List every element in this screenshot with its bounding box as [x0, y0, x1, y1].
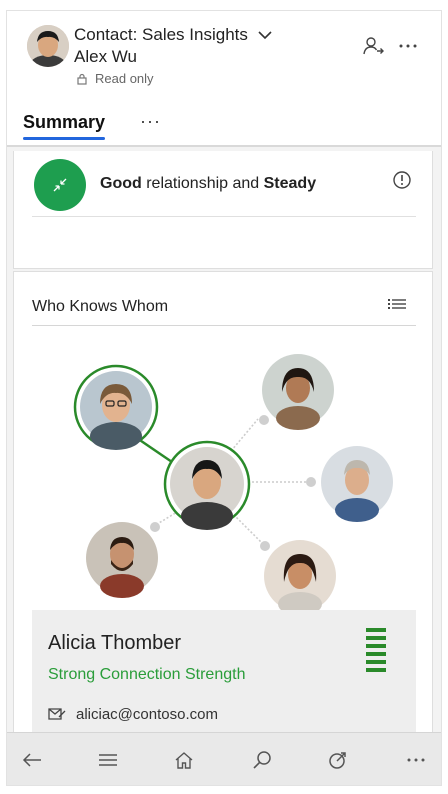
home-icon[interactable]: [171, 747, 197, 773]
avatar[interactable]: [27, 25, 69, 67]
tab-bar: Summary ···: [7, 109, 441, 147]
readonly-label: Read only: [95, 71, 154, 86]
chevron-down-icon[interactable]: [258, 28, 272, 42]
highlighted-contact[interactable]: [73, 364, 159, 450]
relationship-connector: relationship and: [141, 175, 264, 192]
section-divider: [32, 325, 416, 326]
relationship-summary: Good relationship and Steady: [100, 175, 316, 193]
connection-strength-label: Strong Connection Strength: [48, 666, 246, 683]
connection-dot: [150, 522, 160, 532]
card-divider: [32, 216, 416, 217]
relationship-health-icon: [34, 159, 86, 211]
relationship-quality: Good: [100, 175, 142, 192]
info-icon[interactable]: [392, 170, 412, 190]
contact-bottom-right[interactable]: [264, 540, 336, 612]
connection-dot: [306, 477, 316, 487]
tab-summary[interactable]: Summary: [23, 112, 105, 133]
readonly-indicator: Read only: [77, 71, 154, 86]
contact-top-right[interactable]: [262, 354, 334, 430]
center-contact[interactable]: [163, 440, 251, 530]
selected-contact-email[interactable]: aliciac@contoso.com: [76, 706, 218, 723]
tab-more-button[interactable]: ···: [140, 111, 161, 132]
relationship-network: [73, 354, 393, 612]
contact-name: Alex Wu: [74, 47, 137, 66]
record-title-text: Contact: Sales Insights: [74, 25, 248, 44]
connection-strength-icon: [366, 628, 386, 672]
app-frame: Contact: Sales Insights Alex Wu Read onl…: [6, 10, 442, 786]
record-header: Contact: Sales Insights Alex Wu Read onl…: [7, 11, 441, 147]
selected-contact-panel[interactable]: Alicia Thomber Strong Connection Strengt…: [32, 610, 416, 742]
connection-dot: [259, 415, 269, 425]
who-knows-whom-card: Who Knows Whom Alicia Thomber Strong Con…: [13, 271, 433, 742]
header-divider: [7, 145, 441, 147]
activity-icon[interactable]: [325, 747, 351, 773]
section-title: Who Knows Whom: [32, 298, 169, 315]
bottom-navigation: [7, 732, 441, 785]
tab-active-indicator: [23, 137, 105, 140]
relationship-trend: Steady: [263, 175, 317, 192]
more-icon[interactable]: [403, 747, 429, 773]
selected-contact-name: Alicia Thomber: [48, 632, 182, 654]
back-icon[interactable]: [19, 747, 45, 773]
relationship-card: Good relationship and Steady: [13, 151, 433, 269]
list-view-icon[interactable]: [388, 298, 406, 312]
email-icon: [48, 708, 66, 720]
contact-right[interactable]: [321, 446, 393, 522]
connection-dot: [260, 541, 270, 551]
assign-user-icon[interactable]: [363, 35, 385, 57]
record-title[interactable]: Contact: Sales Insights: [74, 25, 272, 45]
menu-icon[interactable]: [95, 747, 121, 773]
more-icon[interactable]: [397, 35, 419, 57]
search-icon[interactable]: [249, 747, 275, 773]
contact-bottom-left[interactable]: [86, 522, 158, 598]
lock-icon: [77, 73, 87, 85]
